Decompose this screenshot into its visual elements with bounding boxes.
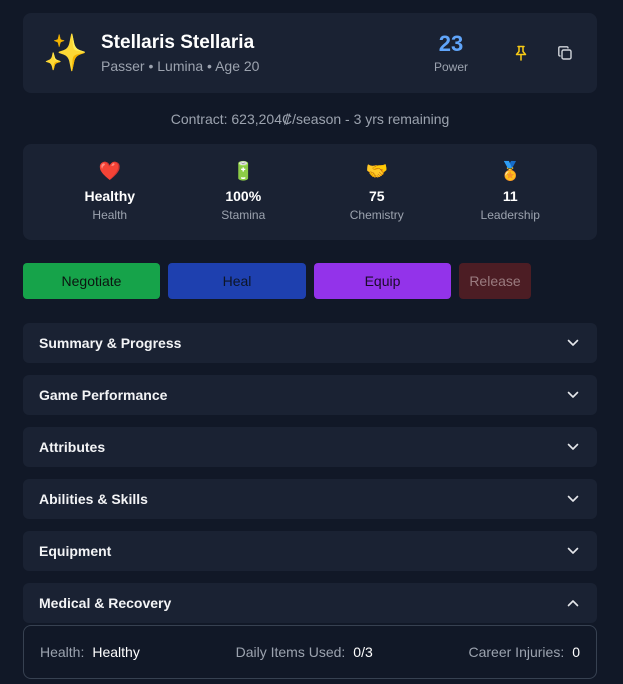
section-abilities-skills[interactable]: Abilities & Skills: [23, 479, 597, 519]
section-summary-progress[interactable]: Summary & Progress: [23, 323, 597, 363]
stat-value: 11: [502, 188, 518, 204]
medical-health: Health: Healthy: [40, 644, 140, 660]
battery-icon: 🔋: [232, 161, 255, 181]
section-list: Summary & Progress Game Performance Attr…: [23, 323, 597, 623]
section-attributes[interactable]: Attributes: [23, 427, 597, 467]
stats-card: ❤️ Healthy Health 🔋 100% Stamina 🤝 75 Ch…: [23, 144, 597, 240]
stat-leadership: 🏅 11 Leadership: [460, 162, 560, 222]
power-label: Power: [433, 59, 468, 74]
pin-button[interactable]: [509, 41, 533, 65]
stat-value: 100%: [225, 188, 262, 204]
stat-stamina: 🔋 100% Stamina: [193, 162, 293, 222]
section-equipment[interactable]: Equipment: [23, 531, 597, 571]
chevron-down-icon: [565, 439, 581, 455]
med-label: Health:: [40, 644, 85, 660]
copy-button[interactable]: [553, 41, 577, 65]
release-button[interactable]: Release: [459, 263, 531, 299]
chevron-down-icon: [565, 543, 581, 559]
stat-label: Health: [92, 208, 128, 222]
medical-career-injuries: Career Injuries: 0: [469, 644, 581, 660]
player-name-block: Stellaris Stellaria Passer • Lumina • Ag…: [101, 32, 431, 74]
stat-label: Leadership: [480, 208, 540, 222]
stat-label: Stamina: [221, 208, 266, 222]
med-label: Daily Items Used:: [235, 644, 346, 660]
contract-text: Contract: 623,204₡/season - 3 yrs remain…: [170, 111, 450, 127]
player-avatar: ✨: [43, 32, 88, 73]
stat-value: 75: [368, 188, 385, 204]
heal-button[interactable]: Heal: [168, 263, 306, 299]
section-title: Equipment: [39, 543, 112, 559]
copy-icon: [558, 46, 572, 60]
handshake-icon: 🤝: [365, 161, 388, 181]
stat-value: Healthy: [84, 188, 136, 204]
player-name: Stellaris Stellaria: [101, 32, 255, 53]
stat-health: ❤️ Healthy Health: [60, 162, 160, 222]
med-value: 0/3: [353, 644, 373, 660]
chevron-up-icon: [565, 595, 581, 611]
pin-icon: [515, 45, 527, 61]
chevron-down-icon: [565, 387, 581, 403]
medical-panel: Health: Healthy Daily Items Used: 0/3 Ca…: [23, 625, 597, 679]
medical-daily-items: Daily Items Used: 0/3: [236, 644, 373, 660]
chevron-down-icon: [565, 335, 581, 351]
med-label: Career Injuries:: [468, 644, 565, 660]
player-meta: Passer • Lumina • Age 20: [101, 58, 260, 74]
chevron-down-icon: [565, 491, 581, 507]
power-value: 23: [438, 30, 464, 56]
heart-icon: ❤️: [98, 161, 121, 181]
equip-button[interactable]: Equip: [314, 263, 451, 299]
power-block: 23 Power: [431, 30, 471, 74]
player-header-card: ✨ Stellaris Stellaria Passer • Lumina • …: [23, 13, 597, 93]
stat-chemistry: 🤝 75 Chemistry: [327, 162, 427, 222]
section-game-performance[interactable]: Game Performance: [23, 375, 597, 415]
medal-icon: 🏅: [499, 161, 522, 181]
med-value: 0: [572, 644, 580, 660]
stat-label: Chemistry: [349, 208, 404, 222]
section-title: Summary & Progress: [39, 335, 182, 351]
negotiate-button[interactable]: Negotiate: [23, 263, 160, 299]
section-medical-recovery[interactable]: Medical & Recovery: [23, 583, 597, 623]
section-title: Abilities & Skills: [39, 491, 148, 507]
section-title: Game Performance: [39, 387, 168, 403]
section-title: Medical & Recovery: [39, 595, 172, 611]
med-value: Healthy: [92, 644, 140, 660]
section-title: Attributes: [39, 439, 106, 455]
action-bar: Negotiate Heal Equip Release: [23, 263, 597, 299]
